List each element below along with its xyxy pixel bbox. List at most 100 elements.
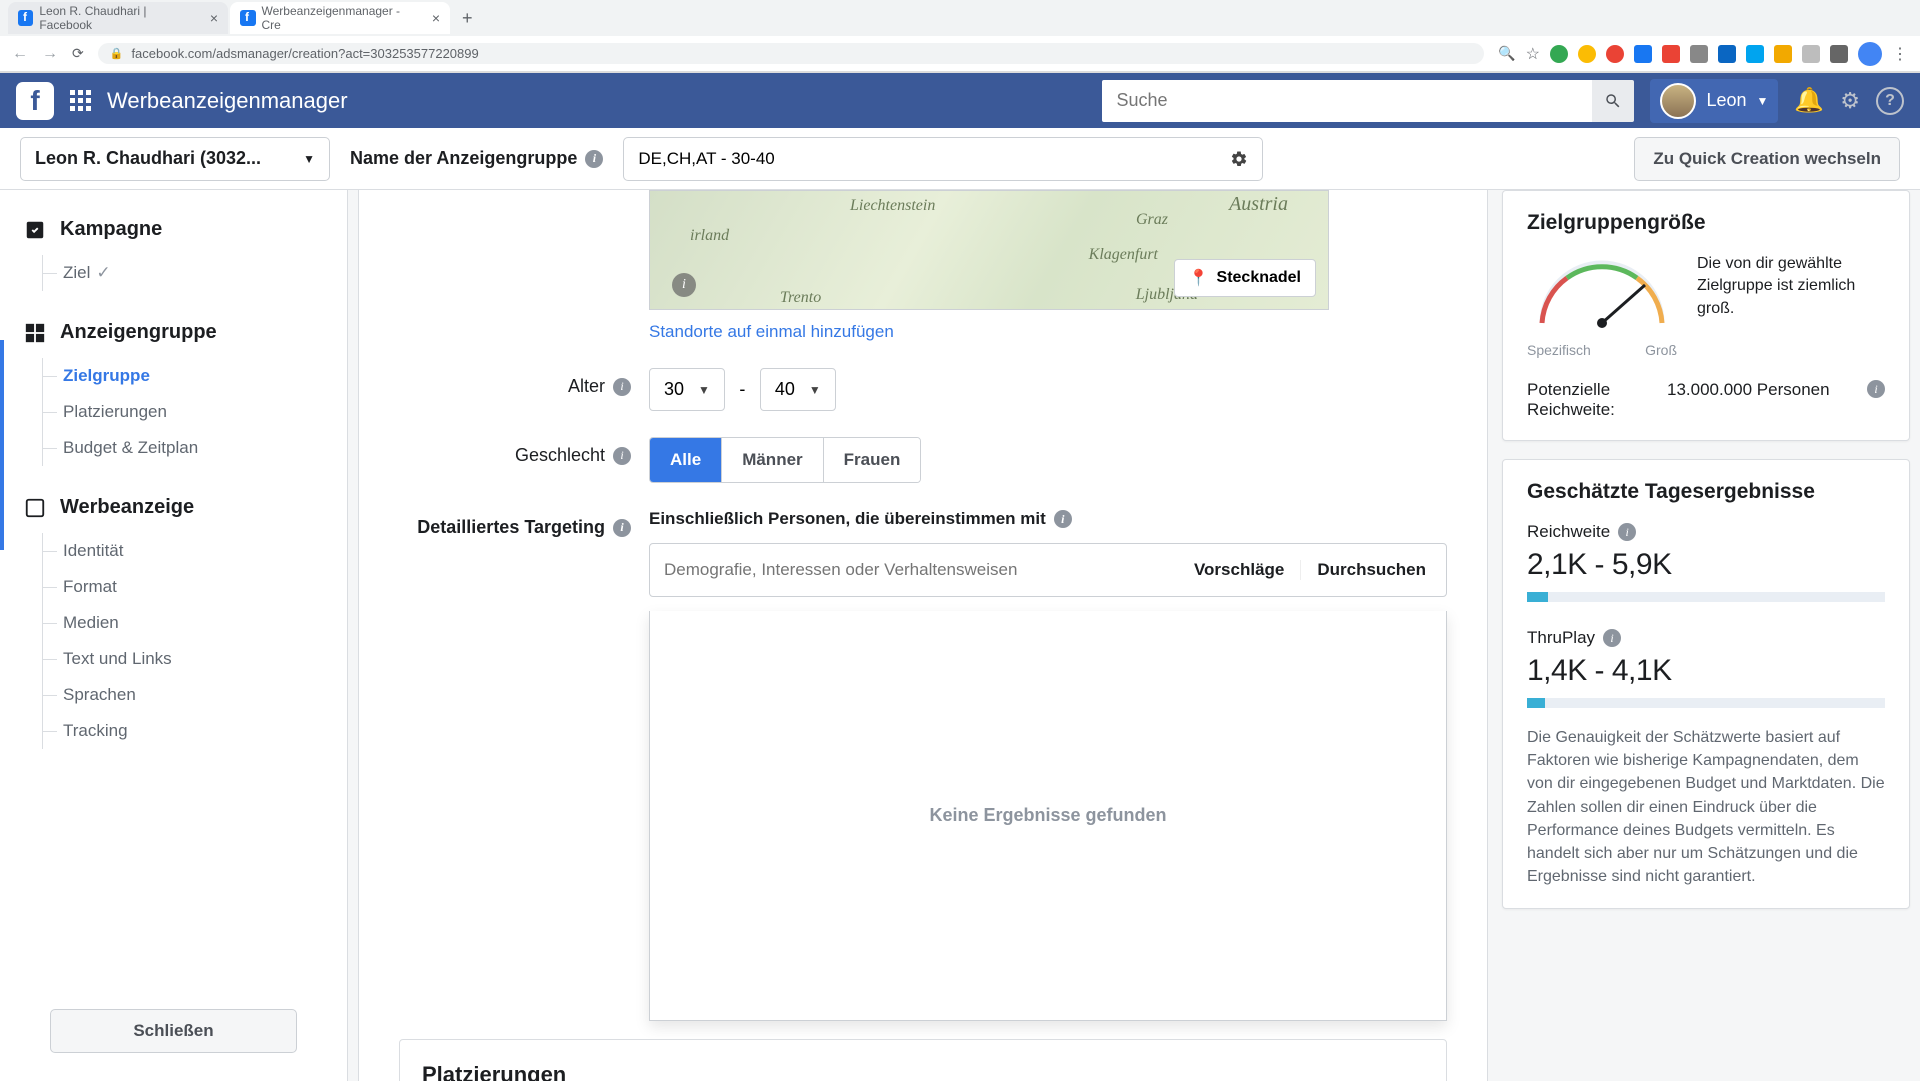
map-info-icon[interactable]: i [672,273,696,297]
age-max-dropdown[interactable]: 40▼ [760,368,836,411]
sidebar-campaign-section: Kampagne Ziel✓ [0,218,347,291]
sidebar-campaign-header[interactable]: Kampagne [24,218,323,241]
info-icon[interactable]: i [613,519,631,537]
active-indicator [0,340,4,550]
ext-icon[interactable] [1830,45,1848,63]
url-input[interactable]: 🔒 facebook.com/adsmanager/creation?act=3… [98,43,1484,64]
ext-icon[interactable] [1718,45,1736,63]
sidebar-ad-header[interactable]: Werbeanzeige [24,496,323,519]
browser-tab-2[interactable]: Werbeanzeigenmanager - Cre × [230,2,450,34]
close-button[interactable]: Schließen [50,1009,297,1053]
tab-title: Leon R. Chaudhari | Facebook [39,4,195,32]
account-name: Leon R. Chaudhari (3032... [35,148,261,169]
sidebar-adset-header[interactable]: Anzeigengruppe [24,321,323,344]
ext-icon[interactable] [1802,45,1820,63]
adset-icon [24,322,46,344]
info-icon[interactable]: i [613,447,631,465]
gender-all-button[interactable]: Alle [650,438,721,482]
user-menu[interactable]: Leon ▼ [1650,79,1778,123]
adset-name-input[interactable]: DE,CH,AT - 30-40 [623,137,1263,181]
sidebar-item-medien[interactable]: Medien [43,605,323,641]
facebook-favicon [18,10,33,26]
new-tab-button[interactable]: + [452,8,483,29]
search-wrap [1102,80,1634,122]
browser-tab-1[interactable]: Leon R. Chaudhari | Facebook × [8,2,228,34]
ad-icon [24,497,46,519]
info-icon[interactable]: i [1054,510,1072,528]
zoom-icon[interactable]: 🔍 [1498,45,1515,62]
ext-icon[interactable] [1746,45,1764,63]
sidebar-item-budget[interactable]: Budget & Zeitplan [43,430,323,466]
adset-name-label: Name der Anzeigengruppe i [350,148,603,169]
ext-icon[interactable] [1690,45,1708,63]
sidebar-item-sprachen[interactable]: Sprachen [43,677,323,713]
form-column: Liechtenstein irland Trento Graz Klagenf… [358,190,1488,1081]
sidebar-item-identitaet[interactable]: Identität [43,533,323,569]
info-icon[interactable]: i [1867,380,1885,398]
gender-segment: Alle Männer Frauen [649,437,921,483]
forward-button: → [42,45,58,63]
ext-icon[interactable] [1634,45,1652,63]
sidebar-item-ziel[interactable]: Ziel✓ [43,255,323,291]
info-icon[interactable]: i [1603,629,1621,647]
facebook-logo[interactable]: f [16,82,54,120]
back-button[interactable]: ← [12,45,28,63]
ext-icon[interactable] [1578,45,1596,63]
reach-bar-fill [1527,592,1548,602]
user-name: Leon [1706,90,1746,111]
sidebar-item-format[interactable]: Format [43,569,323,605]
ext-icon[interactable] [1606,45,1624,63]
sidebar-item-zielgruppe[interactable]: Zielgruppe [43,358,323,394]
chevron-down-icon: ▼ [1756,94,1768,108]
info-icon[interactable]: i [1618,523,1636,541]
profile-avatar[interactable] [1858,42,1882,66]
location-map[interactable]: Liechtenstein irland Trento Graz Klagenf… [649,190,1329,310]
help-icon[interactable]: ? [1876,87,1904,115]
info-icon[interactable]: i [613,378,631,396]
gauge-label-broad: Groß [1645,342,1677,358]
sidebar-item-tracking[interactable]: Tracking [43,713,323,749]
search-input[interactable] [1102,80,1592,122]
targeting-input[interactable] [654,548,1178,592]
notifications-icon[interactable]: 🔔 [1794,86,1824,115]
address-bar: ← → ⟳ 🔒 facebook.com/adsmanager/creation… [0,36,1920,72]
age-min-dropdown[interactable]: 30▼ [649,368,725,411]
sidebar-ad-section: Werbeanzeige Identität Format Medien Tex… [0,496,347,749]
audience-size-card: Zielgruppengröße Spezifisch [1502,190,1910,441]
campaign-icon [24,219,46,241]
settings-gear-icon[interactable]: ⚙ [1840,88,1860,114]
sidebar: Kampagne Ziel✓ Anzeigengruppe Zielgruppe… [0,190,348,1081]
search-button[interactable] [1592,80,1634,122]
targeting-sublabel: Einschließlich Personen, die übereinstim… [649,509,1447,529]
extension-icons: 🔍 ☆ ⋮ [1498,42,1908,66]
close-tab-icon[interactable]: × [210,10,218,26]
gender-label: Geschlecht [515,445,605,466]
apps-grid-icon[interactable] [70,90,91,111]
gender-women-button[interactable]: Frauen [823,438,921,482]
ext-icon[interactable] [1774,45,1792,63]
adset-name-value: DE,CH,AT - 30-40 [638,149,774,169]
ext-icon[interactable] [1550,45,1568,63]
main-content: Liechtenstein irland Trento Graz Klagenf… [348,190,1920,1081]
menu-icon[interactable]: ⋮ [1892,44,1908,64]
browse-button[interactable]: Durchsuchen [1300,560,1442,580]
suggestions-button[interactable]: Vorschläge [1178,560,1300,580]
bulk-locations-link[interactable]: Standorte auf einmal hinzufügen [649,322,1447,342]
ext-icon[interactable] [1662,45,1680,63]
targeting-label: Detailliertes Targeting [417,517,605,538]
sidebar-item-text[interactable]: Text und Links [43,641,323,677]
sub-header: Leon R. Chaudhari (3032... ▼ Name der An… [0,128,1920,190]
gender-men-button[interactable]: Männer [721,438,822,482]
tabs-bar: Leon R. Chaudhari | Facebook × Werbeanze… [0,0,1920,36]
disclaimer-text: Die Genauigkeit der Schätzwerte basiert … [1527,726,1885,888]
star-icon[interactable]: ☆ [1526,44,1540,64]
account-dropdown[interactable]: Leon R. Chaudhari (3032... ▼ [20,137,330,181]
close-tab-icon[interactable]: × [432,10,440,26]
info-icon[interactable]: i [585,150,603,168]
sidebar-item-platzierungen[interactable]: Platzierungen [43,394,323,430]
gear-icon[interactable] [1230,150,1248,168]
age-row: Alteri 30▼ - 40▼ [399,368,1447,411]
reload-button[interactable]: ⟳ [72,45,84,62]
drop-pin-button[interactable]: 📍 Stecknadel [1174,259,1316,297]
switch-creation-button[interactable]: Zu Quick Creation wechseln [1634,137,1900,181]
